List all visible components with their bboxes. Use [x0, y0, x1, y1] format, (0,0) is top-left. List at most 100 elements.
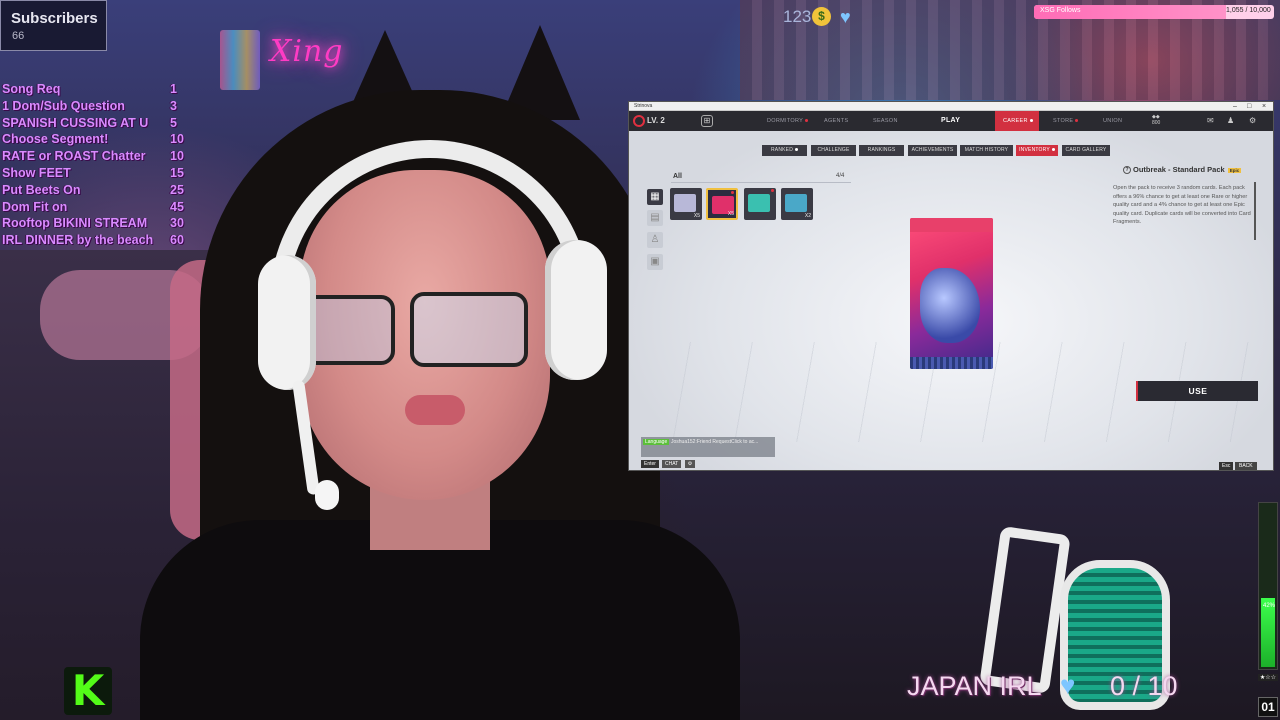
- category-misc-icon[interactable]: ▣: [647, 254, 663, 270]
- menu-item-points: 60: [170, 233, 184, 248]
- menu-item-points: 30: [170, 216, 184, 231]
- pack-title-text: Outbreak - Standard Pack: [1133, 165, 1225, 174]
- menu-item: Put Beets On 25: [0, 183, 200, 200]
- description-scrollbar[interactable]: [1254, 182, 1256, 240]
- rating-stars: ★☆☆: [1258, 674, 1278, 681]
- chat-notification[interactable]: Language Joshua152:Friend RequestClick t…: [641, 437, 775, 457]
- nav-agents[interactable]: AGENTS: [824, 118, 848, 124]
- help-icon[interactable]: ?: [1123, 166, 1131, 175]
- tab-rankings[interactable]: RANKINGS: [859, 145, 904, 156]
- nav-season[interactable]: SEASON: [873, 118, 898, 124]
- inventory-item[interactable]: X2: [781, 188, 813, 220]
- headset-cup-left: [258, 255, 316, 390]
- heart-icon: ♥: [1060, 670, 1076, 700]
- category-all-icon[interactable]: ▦: [647, 189, 663, 205]
- tab-match-history[interactable]: MATCH HISTORY: [960, 145, 1013, 156]
- notification-dot-icon: [1075, 119, 1079, 123]
- menu-item-label: Choose Segment!: [2, 132, 109, 147]
- menu-item: IRL DINNER by the beach 60: [0, 233, 200, 250]
- minimize-icon[interactable]: –: [1233, 102, 1237, 111]
- menu-item-label: RATE or ROAST Chatter: [2, 149, 146, 164]
- menu-item-points: 45: [170, 199, 184, 214]
- nav-dormitory-label: DORMITORY: [767, 118, 804, 124]
- friends-icon[interactable]: ♟: [1227, 116, 1234, 125]
- nav-play[interactable]: PLAY: [941, 117, 960, 124]
- inventory-item[interactable]: X5: [670, 188, 702, 220]
- tab-achievements[interactable]: ACHIEVEMENTS: [908, 145, 957, 156]
- item-quantity: X5: [727, 211, 734, 217]
- nav-career[interactable]: CAREER: [1003, 118, 1033, 124]
- tab-challenge[interactable]: CHALLENGE: [811, 145, 856, 156]
- tab-inventory-label: INVENTORY: [1019, 147, 1050, 153]
- menu-item: Song Req 1: [0, 82, 200, 99]
- inventory-item-selected[interactable]: X5: [706, 188, 738, 220]
- game-top-nav: LV. 2 ⊞ DORMITORY AGENTS SEASON PLAY CAR…: [629, 111, 1273, 131]
- notification-dot-icon: [1051, 148, 1055, 152]
- pack-description: Open the pack to receive 3 random cards.…: [1113, 185, 1251, 225]
- new-dot-icon: [771, 189, 774, 192]
- menu-item: RATE or ROAST Chatter 10: [0, 149, 200, 166]
- window-titlebar[interactable]: Strinova – □ ×: [629, 102, 1273, 111]
- audio-meter: [1258, 502, 1278, 670]
- nav-career-label: CAREER: [1003, 118, 1028, 124]
- menu-item-points: 3: [170, 98, 177, 113]
- sub-goal-count: 123: [783, 7, 812, 26]
- streamer-lips: [405, 395, 465, 425]
- item-art: [674, 194, 696, 212]
- menu-item-points: 10: [170, 149, 184, 164]
- menu-item-points: 15: [170, 165, 184, 180]
- kick-logo: K: [64, 667, 112, 715]
- tab-inventory[interactable]: INVENTORY: [1016, 145, 1058, 156]
- chat-button[interactable]: CHAT: [662, 460, 682, 468]
- item-art: [785, 194, 807, 212]
- settings-gear-icon[interactable]: ⚙: [1249, 116, 1256, 125]
- headset-cup-right: [545, 240, 607, 380]
- nav-store[interactable]: STORE: [1053, 118, 1079, 124]
- nav-dormitory[interactable]: DORMITORY: [767, 118, 809, 124]
- tab-card-gallery[interactable]: CARD GALLERY: [1062, 145, 1110, 156]
- japan-goal-count: 0 / 10: [1110, 671, 1178, 701]
- category-divider: [671, 182, 851, 183]
- player-level: LV. 2: [647, 116, 665, 125]
- card-pack-bottom: [910, 357, 993, 369]
- mail-icon[interactable]: ✉: [1207, 116, 1214, 125]
- item-quantity: X2: [804, 213, 811, 219]
- nav-store-label: STORE: [1053, 118, 1074, 124]
- japan-goal-label: JAPAN IRL: [907, 671, 1042, 701]
- chat-settings-icon[interactable]: ⚙: [685, 460, 695, 468]
- menu-item: 1 Dom/Sub Question 3: [0, 99, 200, 116]
- category-character-icon[interactable]: ♙: [647, 232, 663, 248]
- streamer-shirt: [140, 520, 740, 720]
- tab-ranked-label: RANKED: [770, 147, 794, 153]
- menu-item-points: 25: [170, 182, 184, 197]
- tab-ranked[interactable]: RANKED: [762, 145, 807, 156]
- menu-item-label: SPANISH CUSSING AT U: [2, 115, 149, 130]
- menu-item-label: Song Req: [2, 82, 61, 96]
- use-button[interactable]: USE: [1136, 381, 1258, 401]
- item-quantity: X5: [693, 213, 700, 219]
- maximize-icon[interactable]: □: [1247, 102, 1251, 111]
- subscribers-count: 66: [12, 30, 25, 42]
- follow-goal-label: XSG Follows: [1040, 7, 1081, 14]
- menu-item-label: Put Beets On: [2, 182, 81, 197]
- kick-logo-letter: K: [71, 666, 105, 715]
- mic-stand: [979, 525, 1071, 695]
- back-button[interactable]: BACK: [1235, 462, 1257, 470]
- category-cards-icon[interactable]: ▤: [647, 210, 663, 226]
- notification-dot-icon: [1029, 119, 1033, 123]
- money-face-icon: $: [812, 7, 831, 26]
- close-icon[interactable]: ×: [1262, 102, 1266, 111]
- pack-title: ? Outbreak - Standard Pack Epic: [1123, 165, 1242, 175]
- new-dot-icon: [731, 191, 734, 194]
- menu-item: Show FEET 15: [0, 166, 200, 183]
- menu-grid-icon[interactable]: ⊞: [701, 115, 713, 127]
- menu-item-points: 1: [170, 82, 177, 96]
- menu-item-label: 1 Dom/Sub Question: [2, 98, 125, 113]
- currency-display[interactable]: ◆◆ 800: [1152, 114, 1160, 126]
- card-pack-preview: [910, 218, 993, 369]
- notification-dot-icon: [805, 119, 809, 123]
- inventory-item[interactable]: [744, 188, 776, 220]
- notification-dot-icon: [795, 148, 799, 152]
- nav-union[interactable]: UNION: [1103, 118, 1122, 124]
- item-art: [748, 194, 770, 212]
